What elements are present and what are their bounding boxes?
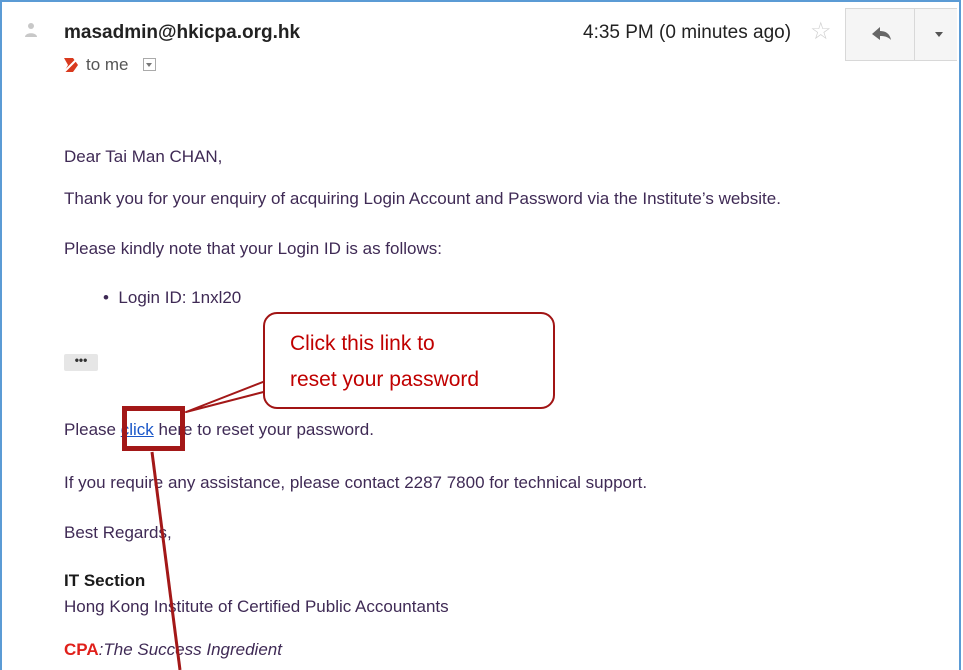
signature-section: IT Section: [64, 571, 146, 590]
more-options-button[interactable]: [915, 9, 957, 60]
signature-tagline: CPA:The Success Ingredient: [64, 640, 282, 660]
tagline-rest: :The Success Ingredient: [98, 640, 282, 659]
link-highlight-box: [122, 406, 185, 451]
reply-button[interactable]: [846, 9, 915, 60]
star-icon[interactable]: ☆: [810, 20, 832, 44]
message-time: 4:35 PM (0 minutes ago): [583, 22, 792, 43]
recipient-details-button[interactable]: [143, 58, 156, 71]
reply-button-group: [845, 8, 957, 61]
recipient-label: to me: [86, 55, 129, 74]
importance-marker-icon[interactable]: [62, 56, 80, 79]
annotation-callout: Click this link to reset your password: [263, 312, 555, 409]
greeting: Dear Tai Man CHAN,: [64, 147, 223, 166]
dropdown-icon: [146, 63, 152, 67]
sender-address[interactable]: masadmin@hkicpa.org.hk: [64, 22, 300, 44]
show-trimmed-content-button[interactable]: •••: [64, 354, 98, 371]
login-id-item: • Login ID: 1nxl20: [103, 288, 242, 307]
chevron-down-icon: [935, 32, 943, 37]
reply-icon: [872, 27, 891, 40]
login-id-text: Login ID: 1nxl20: [118, 288, 242, 307]
intro-paragraph: Thank you for your enquiry of acquiring …: [64, 189, 781, 208]
tagline-cpa: CPA: [64, 640, 99, 659]
reset-text-before: Please: [64, 420, 121, 439]
signature-organization: Hong Kong Institute of Certified Public …: [64, 597, 449, 616]
reset-paragraph: Please click here to reset your password…: [64, 420, 374, 440]
callout-line-2: reset your password: [290, 368, 480, 391]
callout-line-1: Click this link to: [290, 332, 435, 355]
reset-text-after: here to reset your password.: [153, 420, 374, 439]
support-paragraph: If you require any assistance, please co…: [64, 473, 648, 492]
closing: Best Regards,: [64, 523, 172, 542]
person-icon: [24, 22, 38, 38]
note-paragraph: Please kindly note that your Login ID is…: [64, 239, 442, 258]
